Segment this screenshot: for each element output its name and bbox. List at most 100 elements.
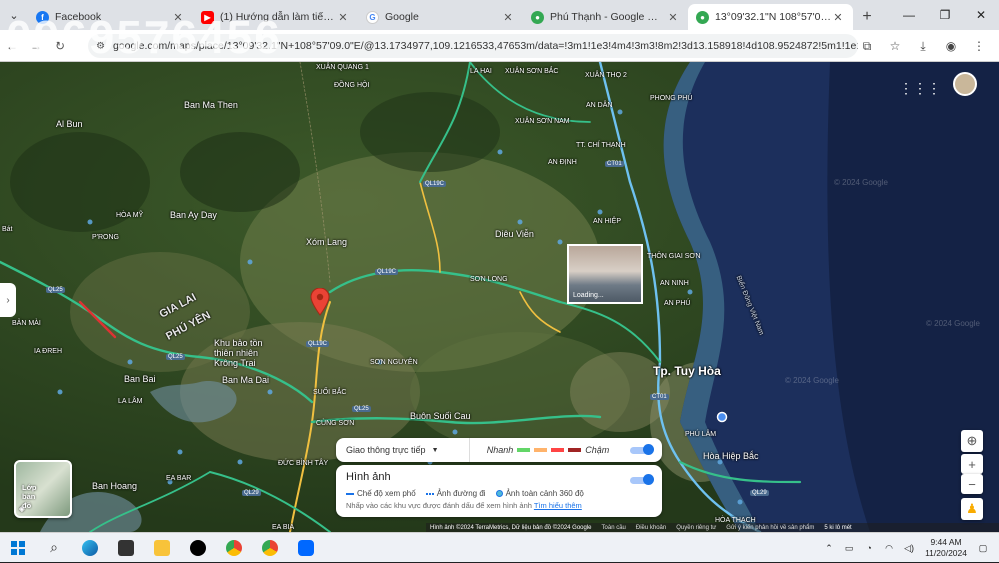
notification-icon[interactable]: ▢ (975, 543, 991, 554)
place-label: Ban Ma Dai (222, 375, 270, 385)
scale-label: 5 ki lô mét (824, 524, 852, 531)
tab-search-icon[interactable]: ⌄ (0, 0, 28, 30)
tiktok-icon[interactable] (180, 533, 216, 563)
bookmark-star-icon[interactable]: ☆ (881, 34, 909, 58)
restore-button[interactable]: ❐ (927, 0, 963, 30)
close-icon[interactable]: ✕ (666, 11, 680, 24)
place-label: Ban Ay Day (170, 210, 217, 220)
copyright-overlay: © 2024 Google (785, 376, 839, 385)
chrome-icon[interactable] (216, 533, 252, 563)
place-label: XUÂN SƠN NAM (515, 118, 570, 125)
legend-slow: Chậm (585, 445, 610, 455)
file-explorer-icon[interactable] (144, 533, 180, 563)
clock-time: 9:44 AM (930, 537, 962, 547)
place-label: HÒA MỸ (116, 212, 144, 219)
menu-dots-icon[interactable]: ⋮ (965, 34, 993, 58)
satellite-map[interactable]: XUÂN QUANG 1 ĐỒNG HỘI LA HAI XUÂN SƠN BẮ… (0, 62, 999, 532)
place-label: P'RONG (92, 234, 120, 241)
close-icon[interactable]: ✕ (831, 11, 845, 24)
wifi-icon[interactable]: ◠ (881, 543, 897, 554)
legend-swatch (534, 448, 548, 452)
search-icon[interactable]: ⌕ (36, 533, 72, 563)
chevron-up-icon[interactable]: ⌃ (821, 543, 837, 554)
expand-panel-button[interactable]: › (0, 283, 16, 317)
clock[interactable]: 9:44 AM 11/20/2024 (925, 537, 967, 559)
forward-icon[interactable]: → (24, 39, 48, 53)
place-label: ĐỒNG HỘI (334, 82, 370, 89)
back-icon[interactable]: ← (0, 39, 24, 53)
place-label: SUỐI BẮC (313, 389, 347, 396)
windows-taskbar: ⌕ ⌃ ▭ ◔ ◠ ◁) 9:44 AM 11/20/2024 ▢ (0, 532, 999, 562)
location-pin-icon[interactable] (310, 288, 330, 316)
zoom-out-button[interactable]: − (961, 474, 983, 494)
global-link[interactable]: Toàn cầu (602, 525, 626, 531)
place-label: Buôn Suối Cau (410, 411, 471, 421)
minimize-button[interactable]: — (891, 0, 927, 30)
site-info-icon[interactable]: ⚙ (96, 41, 105, 52)
loading-text: Loading... (573, 292, 604, 299)
tab-phu-thanh-maps[interactable]: ● Phú Thạnh - Google Maps ✕ (523, 4, 688, 30)
route-shield: QL25 (166, 354, 185, 360)
place-label: Ban Hoang (92, 481, 138, 491)
legend-road-photos: Ảnh đường đi (425, 489, 486, 498)
tab-youtube[interactable]: ▶ (1) Hướng dẫn làm tiếp thị lì... ✕ (193, 4, 358, 30)
battery-icon[interactable]: ▭ (841, 543, 857, 554)
new-tab-button[interactable]: + (853, 4, 881, 30)
place-label: PHONG PHÚ (650, 95, 693, 102)
imagery-toggle[interactable] (626, 473, 654, 487)
learn-more-link[interactable]: Tìm hiểu thêm (534, 501, 582, 510)
volume-icon[interactable]: ◁) (901, 543, 917, 554)
store-icon[interactable] (108, 533, 144, 563)
window-close-button[interactable]: ✕ (963, 0, 999, 30)
legend-fast: Nhanh (486, 445, 514, 455)
privacy-link[interactable]: Quyền riêng tư (676, 525, 716, 531)
zoom-in-button[interactable]: + (961, 454, 983, 474)
place-label: Hòa Hiệp Bắc (703, 451, 759, 461)
close-icon[interactable]: ✕ (171, 11, 185, 24)
imagery-title: Hình ảnh (346, 471, 391, 483)
tab-facebook[interactable]: f Facebook ✕ (28, 4, 193, 30)
tab-title: Facebook (55, 11, 102, 23)
my-location-button[interactable]: ⊕ (961, 430, 983, 452)
feedback-link[interactable]: Gửi ý kiến phản hồi về sản phẩm (726, 525, 814, 531)
city-label: Tp. Tuy Hòa (653, 364, 721, 378)
address-bar[interactable]: ⚙ google.com/maps/place/13°09'32.1"N+108… (88, 34, 858, 58)
network-icon[interactable]: ◔ (861, 543, 877, 553)
map-footer: Hình ảnh ©2024 TerraMetrics, Dữ liệu bản… (426, 523, 999, 532)
reload-icon[interactable]: ↻ (48, 39, 72, 53)
close-icon[interactable]: ✕ (501, 11, 515, 24)
google-apps-icon[interactable]: ⋮⋮⋮ (899, 80, 941, 97)
copyright-overlay: © 2024 Google (834, 178, 888, 187)
route-shield: QL29 (750, 490, 769, 496)
tab-google[interactable]: G Google ✕ (358, 4, 523, 30)
install-app-icon[interactable]: ⧉ (853, 34, 881, 58)
chrome-profile-icon[interactable] (252, 533, 288, 563)
route-shield: CT01 (605, 161, 624, 167)
tab-coordinates-maps[interactable]: ● 13°09'32.1"N 108°57'09.0"E ✕ (688, 4, 853, 30)
place-label: XUÂN THỌ 2 (585, 72, 627, 79)
imagery-hint: Nhấp vào các khu vực được đánh dấu để xe… (346, 501, 582, 510)
download-icon[interactable]: ⤓ (909, 34, 937, 58)
place-label: LA HAI (470, 68, 492, 75)
route-shield: QL19C (423, 181, 447, 187)
place-label: Ban Ma Then (184, 100, 238, 110)
traffic-toggle[interactable] (626, 443, 654, 457)
route-shield: QL29 (242, 490, 261, 496)
terms-link[interactable]: Điều khoản (636, 525, 666, 531)
layers-button[interactable]: ◈ Lớp bản đồ (14, 460, 72, 518)
windows-logo-icon (11, 540, 25, 555)
start-button[interactable] (0, 533, 36, 563)
place-label: AN PHÚ (664, 300, 691, 307)
edge-icon[interactable] (72, 533, 108, 563)
place-label: IA ĐREH (34, 348, 63, 355)
place-label: AN DÂN (586, 102, 613, 109)
pegman-icon[interactable]: ♟ (961, 498, 983, 520)
account-avatar[interactable] (953, 72, 977, 96)
profile-icon[interactable]: ◉ (937, 34, 965, 58)
street-view-preview[interactable]: Loading... (567, 244, 643, 304)
legend-swatch (568, 448, 582, 452)
zalo-icon[interactable] (288, 533, 324, 563)
place-label: THÔN GIAI SƠN (647, 253, 701, 260)
close-icon[interactable]: ✕ (336, 11, 350, 24)
traffic-dropdown[interactable]: Giao thông trực tiếp ▼ (336, 438, 470, 462)
